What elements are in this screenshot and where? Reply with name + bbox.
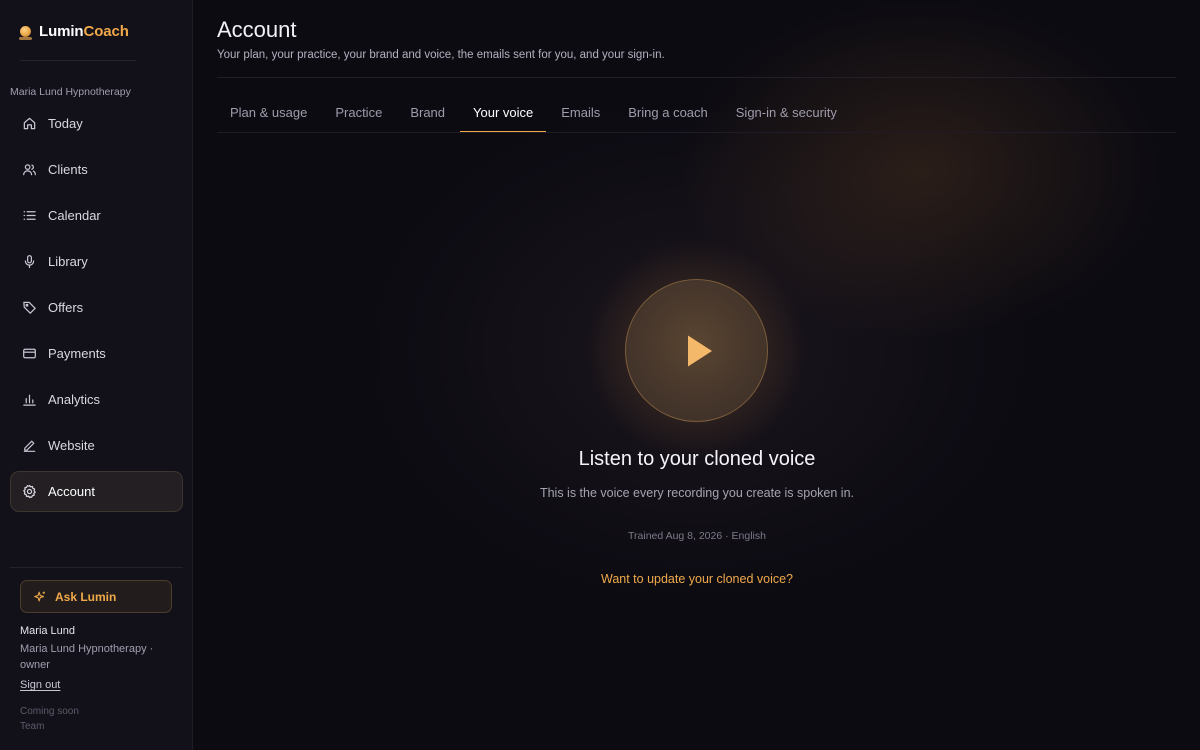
tag-icon bbox=[22, 300, 37, 315]
users-icon bbox=[22, 162, 37, 177]
gear-icon bbox=[22, 484, 37, 499]
sidebar-item-offers[interactable]: Offers bbox=[10, 287, 183, 328]
play-voice-button[interactable] bbox=[625, 279, 768, 422]
sidebar-item-label: Clients bbox=[48, 162, 88, 177]
sidebar-item-label: Calendar bbox=[48, 208, 101, 223]
sidebar: LuminCoach Maria Lund Hypnotherapy Today… bbox=[0, 0, 193, 750]
list-icon bbox=[22, 208, 37, 223]
divider bbox=[217, 77, 1176, 78]
voice-trained-meta: Trained Aug 8, 2026 · English bbox=[628, 530, 766, 542]
tab-plan-usage[interactable]: Plan & usage bbox=[217, 92, 320, 133]
account-tabs: Plan & usage Practice Brand Your voice E… bbox=[217, 92, 852, 133]
sidebar-item-label: Offers bbox=[48, 300, 84, 315]
sidebar-item-label: Today bbox=[48, 116, 83, 131]
tab-brand[interactable]: Brand bbox=[397, 92, 458, 133]
sign-out-link[interactable]: Sign out bbox=[20, 679, 60, 691]
tab-bring-a-coach[interactable]: Bring a coach bbox=[615, 92, 721, 133]
page-title: Account bbox=[217, 17, 297, 42]
sidebar-item-label: Library bbox=[48, 254, 88, 269]
brand-name-second: Coach bbox=[83, 22, 129, 40]
tab-your-voice[interactable]: Your voice bbox=[460, 92, 547, 133]
main-content: Account Your plan, your practice, your b… bbox=[194, 0, 1200, 750]
bar-chart-icon bbox=[22, 392, 37, 407]
sidebar-item-label: Analytics bbox=[48, 392, 101, 407]
sidebar-item-label: Website bbox=[48, 438, 95, 453]
sidebar-item-analytics[interactable]: Analytics bbox=[10, 379, 183, 420]
team-item: Team bbox=[20, 721, 45, 732]
pencil-icon bbox=[22, 438, 37, 453]
home-icon bbox=[22, 116, 37, 131]
org-name: Maria Lund Hypnotherapy bbox=[10, 86, 131, 98]
brand-name-first: Lumin bbox=[39, 22, 84, 40]
sidebar-item-today[interactable]: Today bbox=[10, 103, 183, 144]
logo-icon bbox=[19, 25, 32, 40]
tab-sign-in-security[interactable]: Sign-in & security bbox=[723, 92, 850, 133]
ask-lumin-button[interactable]: Ask Lumin bbox=[20, 580, 172, 613]
sidebar-item-label: Account bbox=[48, 484, 95, 499]
user-org-role: Maria Lund Hypnotherapy · owner bbox=[20, 643, 154, 671]
sidebar-item-clients[interactable]: Clients bbox=[10, 149, 183, 190]
voice-title: Listen to your cloned voice bbox=[578, 448, 816, 470]
sparkle-icon bbox=[33, 590, 47, 604]
voice-description: This is the voice every recording you cr… bbox=[539, 486, 855, 500]
user-name: Maria Lund bbox=[20, 625, 76, 637]
tab-practice[interactable]: Practice bbox=[322, 92, 395, 133]
brand-logo[interactable]: LuminCoach bbox=[19, 21, 129, 41]
ask-lumin-label: Ask Lumin bbox=[55, 589, 117, 604]
sidebar-item-label: Payments bbox=[48, 346, 106, 361]
coming-soon-label: Coming soon bbox=[20, 706, 79, 717]
sidebar-item-library[interactable]: Library bbox=[10, 241, 183, 282]
sidebar-nav: Today Clients Calendar Library Offers Pa… bbox=[10, 103, 183, 517]
divider bbox=[10, 567, 183, 568]
sidebar-item-calendar[interactable]: Calendar bbox=[10, 195, 183, 236]
divider bbox=[20, 60, 136, 61]
app-root: LuminCoach Maria Lund Hypnotherapy Today… bbox=[0, 0, 1200, 750]
sidebar-item-payments[interactable]: Payments bbox=[10, 333, 183, 374]
sidebar-item-website[interactable]: Website bbox=[10, 425, 183, 466]
microphone-icon bbox=[22, 254, 37, 269]
update-voice-link[interactable]: Want to update your cloned voice? bbox=[194, 572, 1200, 586]
divider bbox=[217, 132, 1176, 133]
page-subtitle: Your plan, your practice, your brand and… bbox=[217, 49, 665, 61]
credit-card-icon bbox=[22, 346, 37, 361]
tab-emails[interactable]: Emails bbox=[548, 92, 613, 133]
sidebar-item-account[interactable]: Account bbox=[10, 471, 183, 512]
play-icon bbox=[680, 334, 714, 368]
